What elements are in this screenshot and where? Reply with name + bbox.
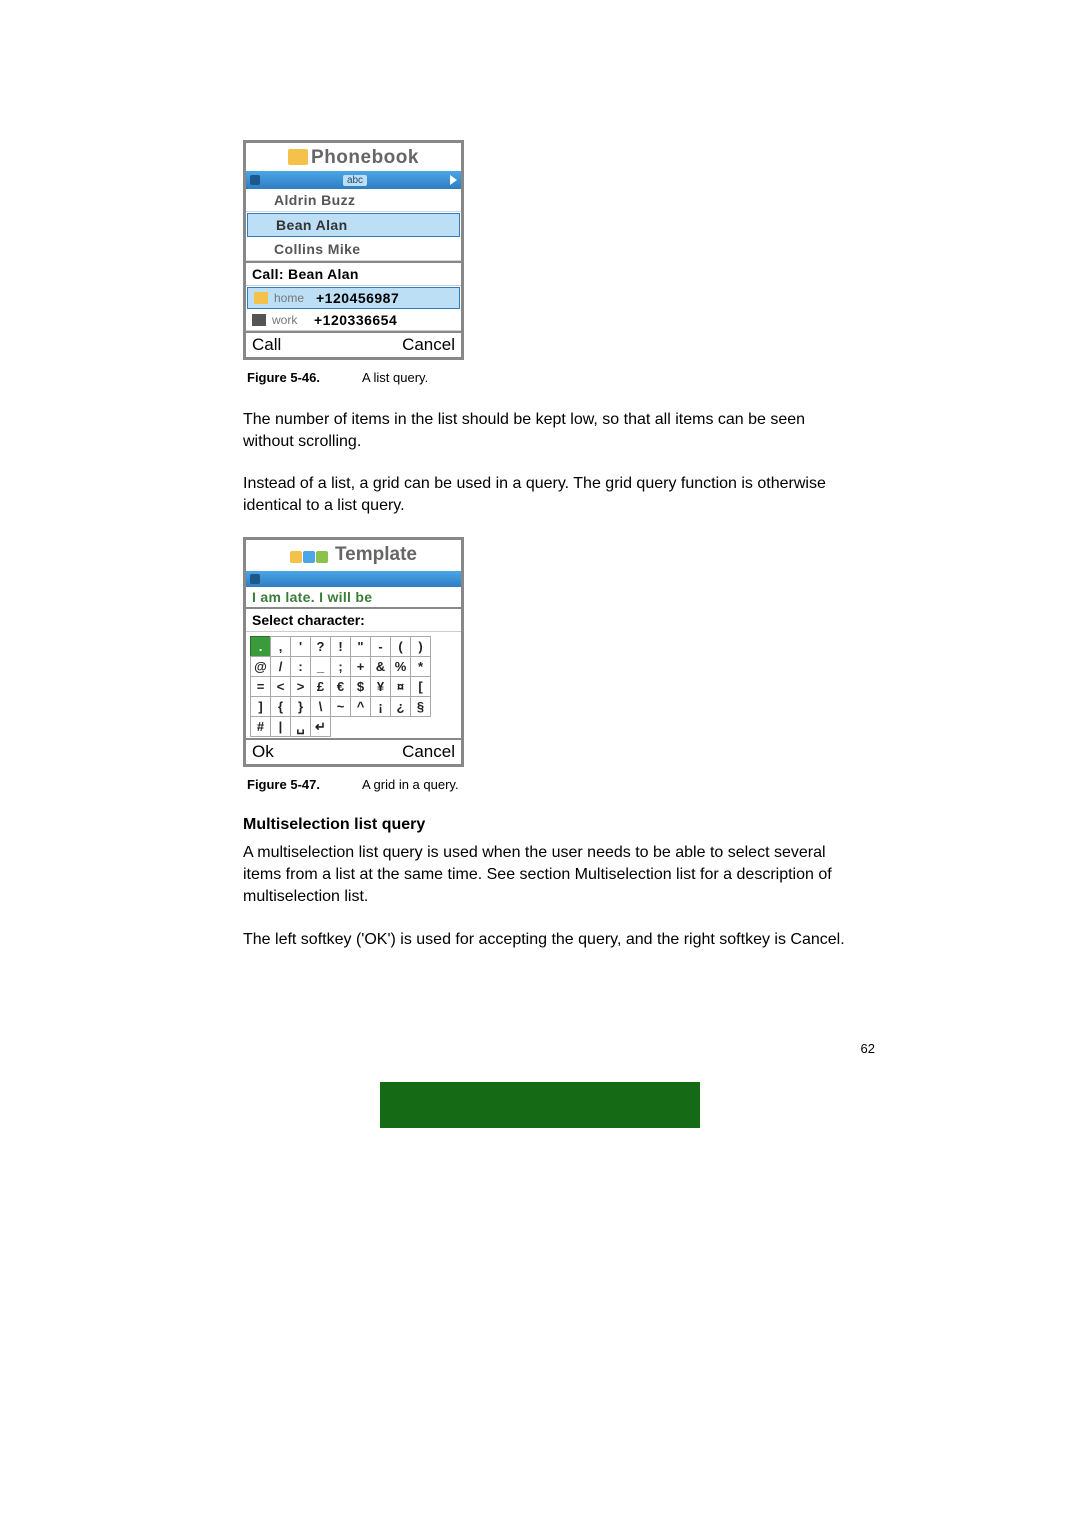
query-header: Call: Bean Alan: [246, 261, 461, 286]
grid-cell[interactable]: ¿: [390, 696, 411, 717]
figure-caption: Figure 5-46. A list query.: [247, 370, 880, 385]
grid-cell[interactable]: /: [270, 656, 291, 677]
template-icon: [290, 547, 329, 569]
softkey-bar: Ok Cancel: [246, 738, 461, 764]
paragraph: The number of items in the list should b…: [243, 409, 846, 453]
grid-cell[interactable]: #: [250, 716, 271, 737]
template-navbar: [246, 571, 461, 587]
grid-cell[interactable]: £: [310, 676, 331, 697]
template-screenshot: Template I am late. I will be Select cha…: [243, 537, 464, 767]
footer-bar: [380, 1082, 700, 1128]
figure-text: A grid in a query.: [362, 777, 459, 792]
grid-cell[interactable]: }: [290, 696, 311, 717]
grid-cell[interactable]: ;: [330, 656, 351, 677]
template-title: Template: [335, 544, 417, 565]
grid-cell[interactable]: ?: [310, 636, 331, 657]
grid-cell[interactable]: &: [370, 656, 391, 677]
grid-row: ]{}\~^¡¿§: [250, 696, 457, 716]
right-softkey[interactable]: Cancel: [402, 335, 455, 355]
grid-cell[interactable]: ': [290, 636, 311, 657]
grid-cell[interactable]: [: [410, 676, 431, 697]
grid-cell[interactable]: *: [410, 656, 431, 677]
input-mode-indicator: abc: [343, 175, 367, 186]
grid-cell[interactable]: ¥: [370, 676, 391, 697]
grid-cell[interactable]: (: [390, 636, 411, 657]
grid-cell[interactable]: +: [350, 656, 371, 677]
number-type-label: work: [272, 313, 308, 327]
paragraph: The left softkey ('OK') is used for acce…: [243, 929, 846, 951]
phonebook-navbar: abc: [246, 171, 461, 189]
grid-cell[interactable]: ": [350, 636, 371, 657]
grid-row: #|␣↵: [250, 716, 457, 736]
page-number: 62: [243, 1041, 880, 1056]
grid-cell[interactable]: -: [370, 636, 391, 657]
character-grid: .,'?!"-()@/:_;+&%*=<>£€$¥¤[]{}\~^¡¿§#|␣↵: [246, 632, 461, 738]
grid-cell[interactable]: |: [270, 716, 291, 737]
grid-cell[interactable]: .: [250, 636, 271, 657]
softkey-bar: Call Cancel: [246, 331, 461, 357]
grid-cell[interactable]: ␣: [290, 716, 311, 737]
grid-row: =<>£€$¥¤[: [250, 676, 457, 696]
grid-cell[interactable]: ↵: [310, 716, 331, 737]
signal-icon: [250, 175, 260, 185]
grid-cell[interactable]: $: [350, 676, 371, 697]
grid-cell[interactable]: <: [270, 676, 291, 697]
number-type-label: home: [274, 291, 310, 305]
list-item[interactable]: Collins Mike: [246, 238, 461, 261]
right-softkey[interactable]: Cancel: [402, 742, 455, 762]
grid-cell[interactable]: _: [310, 656, 331, 677]
grid-row: @/:_;+&%*: [250, 656, 457, 676]
phone-number: +120456987: [316, 290, 399, 306]
grid-cell[interactable]: ~: [330, 696, 351, 717]
grid-cell[interactable]: ,: [270, 636, 291, 657]
editor-text: I am late. I will be: [246, 587, 461, 607]
phonebook-screenshot: Phonebook abc Aldrin Buzz Bean Alan Coll…: [243, 140, 464, 360]
left-softkey[interactable]: Call: [252, 335, 281, 355]
grid-cell[interactable]: §: [410, 696, 431, 717]
figure-text: A list query.: [362, 370, 428, 385]
grid-row: .,'?!"-(): [250, 636, 457, 656]
grid-cell[interactable]: €: [330, 676, 351, 697]
home-icon: [254, 292, 268, 304]
query-header: Select character:: [246, 607, 461, 632]
figure-label: Figure 5-46.: [247, 370, 320, 385]
left-softkey[interactable]: Ok: [252, 742, 274, 762]
figure-caption: Figure 5-47. A grid in a query.: [247, 777, 880, 792]
list-item[interactable]: Bean Alan: [247, 213, 460, 237]
grid-cell[interactable]: >: [290, 676, 311, 697]
grid-cell[interactable]: ]: [250, 696, 271, 717]
grid-cell[interactable]: ^: [350, 696, 371, 717]
paragraph: A multiselection list query is used when…: [243, 842, 846, 908]
phonebook-title: Phonebook: [311, 147, 419, 168]
grid-cell[interactable]: {: [270, 696, 291, 717]
figure-label: Figure 5-47.: [247, 777, 320, 792]
grid-cell[interactable]: :: [290, 656, 311, 677]
phonebook-icon: [288, 149, 308, 165]
grid-cell[interactable]: @: [250, 656, 271, 677]
grid-cell[interactable]: \: [310, 696, 331, 717]
section-heading: Multiselection list query: [243, 816, 880, 834]
signal-icon: [250, 574, 260, 584]
contacts-list: Aldrin Buzz Bean Alan Collins Mike: [246, 189, 461, 261]
number-row[interactable]: work +120336654: [246, 310, 461, 331]
paragraph: Instead of a list, a grid can be used in…: [243, 473, 846, 517]
list-item[interactable]: Aldrin Buzz: [246, 189, 461, 212]
nav-right-arrow-icon: [450, 175, 457, 185]
template-title-row: Template: [246, 540, 461, 571]
work-icon: [252, 314, 266, 326]
grid-cell[interactable]: ¤: [390, 676, 411, 697]
phonebook-title-row: Phonebook: [246, 143, 461, 171]
grid-cell[interactable]: !: [330, 636, 351, 657]
number-row[interactable]: home +120456987: [247, 287, 460, 309]
grid-cell[interactable]: ): [410, 636, 431, 657]
grid-cell[interactable]: %: [390, 656, 411, 677]
phone-number: +120336654: [314, 312, 397, 328]
grid-cell[interactable]: =: [250, 676, 271, 697]
grid-cell[interactable]: ¡: [370, 696, 391, 717]
